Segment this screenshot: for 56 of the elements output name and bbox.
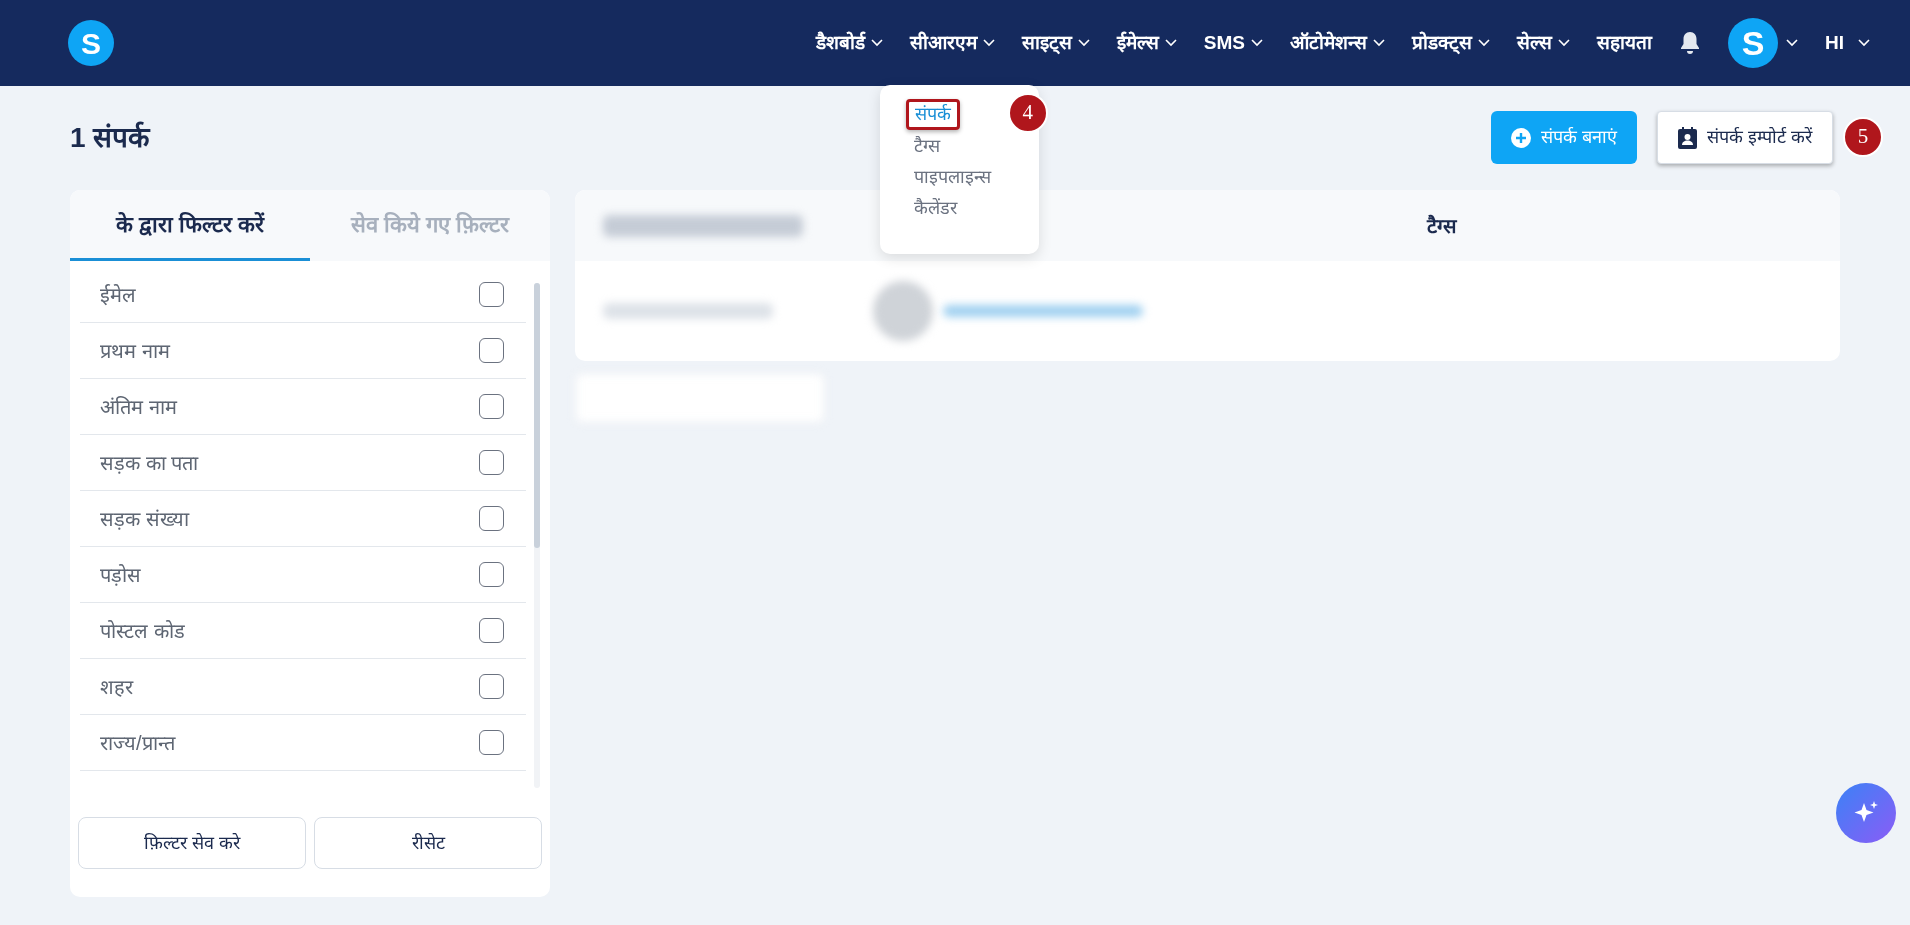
chevron-down-icon [1373, 39, 1385, 47]
bell-icon[interactable] [1679, 31, 1701, 55]
contact-card-icon [1678, 126, 1697, 149]
filter-label: राज्य/प्रान्त [100, 730, 175, 756]
column-header: टैग्स [1426, 213, 1457, 239]
chevron-down-icon [1251, 39, 1263, 47]
nav-menu-item[interactable]: सेल्स [1517, 28, 1570, 58]
nav-menu-item[interactable]: डैशबोर्ड [815, 28, 883, 58]
page-title: 1 संपर्क [70, 120, 151, 155]
filter-label: शहर [100, 674, 133, 700]
filter-label: सड़क का पता [100, 450, 199, 476]
step-number-badge: 5 [1843, 117, 1883, 157]
checkbox[interactable] [479, 618, 504, 643]
chevron-down-icon [1077, 39, 1090, 47]
nav-menu-item[interactable]: ऑटोमेशन्स [1290, 28, 1385, 58]
nav-menu-item[interactable]: सीआरएम [909, 28, 995, 58]
filter-tab[interactable]: के द्वारा फिल्टर करें [70, 190, 310, 261]
filter-label: ईमेल [100, 282, 136, 308]
checkbox[interactable] [479, 394, 504, 419]
chevron-down-icon [982, 39, 995, 47]
nav-menu-item[interactable]: SMS [1203, 28, 1263, 58]
dropdown-item[interactable]: पाइपलाइन्स [905, 163, 999, 193]
blurred-avatar [873, 281, 933, 341]
filter-label: पड़ोस [100, 562, 141, 588]
checkbox[interactable] [479, 338, 504, 363]
filter-label: अंतिम नाम [100, 394, 177, 420]
nav-menu-item[interactable]: साइट्स [1021, 28, 1090, 58]
dropdown-item[interactable]: संपर्क [905, 98, 960, 130]
filter-label: प्रथम नाम [100, 338, 170, 364]
checkbox[interactable] [479, 562, 504, 587]
scrollbar[interactable] [534, 283, 540, 788]
plus-circle-icon [1510, 127, 1531, 148]
filter-button[interactable]: रीसेट [314, 817, 542, 869]
chevron-down-icon [870, 39, 883, 47]
filter-label: पोस्टल कोड [100, 618, 185, 644]
nav-menu-item[interactable]: प्रोडक्ट्स [1412, 28, 1490, 58]
filter-button[interactable]: फ़िल्टर सेव करे [78, 817, 306, 869]
checkbox[interactable] [479, 282, 504, 307]
filter-label: सड़क संख्या [100, 506, 189, 532]
step-number-badge: 4 [1007, 92, 1048, 133]
checkbox[interactable] [479, 730, 504, 755]
dropdown-item[interactable]: टैग्स [905, 131, 948, 162]
language-selector[interactable]: HI [1825, 28, 1870, 58]
sparkle-assistant-button[interactable] [1836, 783, 1896, 843]
chevron-down-icon [1786, 39, 1798, 47]
nav-menu-item[interactable]: सहायता [1597, 28, 1652, 58]
chevron-down-icon [1558, 39, 1570, 47]
checkbox[interactable] [479, 674, 504, 699]
chevron-down-icon [1478, 39, 1490, 47]
chevron-down-icon [1858, 39, 1870, 47]
nav-menu-item[interactable]: ईमेल्स [1116, 28, 1177, 58]
dropdown-item[interactable]: कैलेंडर [905, 194, 965, 224]
chevron-down-icon [1164, 39, 1177, 47]
checkbox[interactable] [479, 450, 504, 475]
action-button[interactable]: संपर्क इम्पोर्ट करें [1657, 111, 1833, 164]
checkbox[interactable] [479, 506, 504, 531]
